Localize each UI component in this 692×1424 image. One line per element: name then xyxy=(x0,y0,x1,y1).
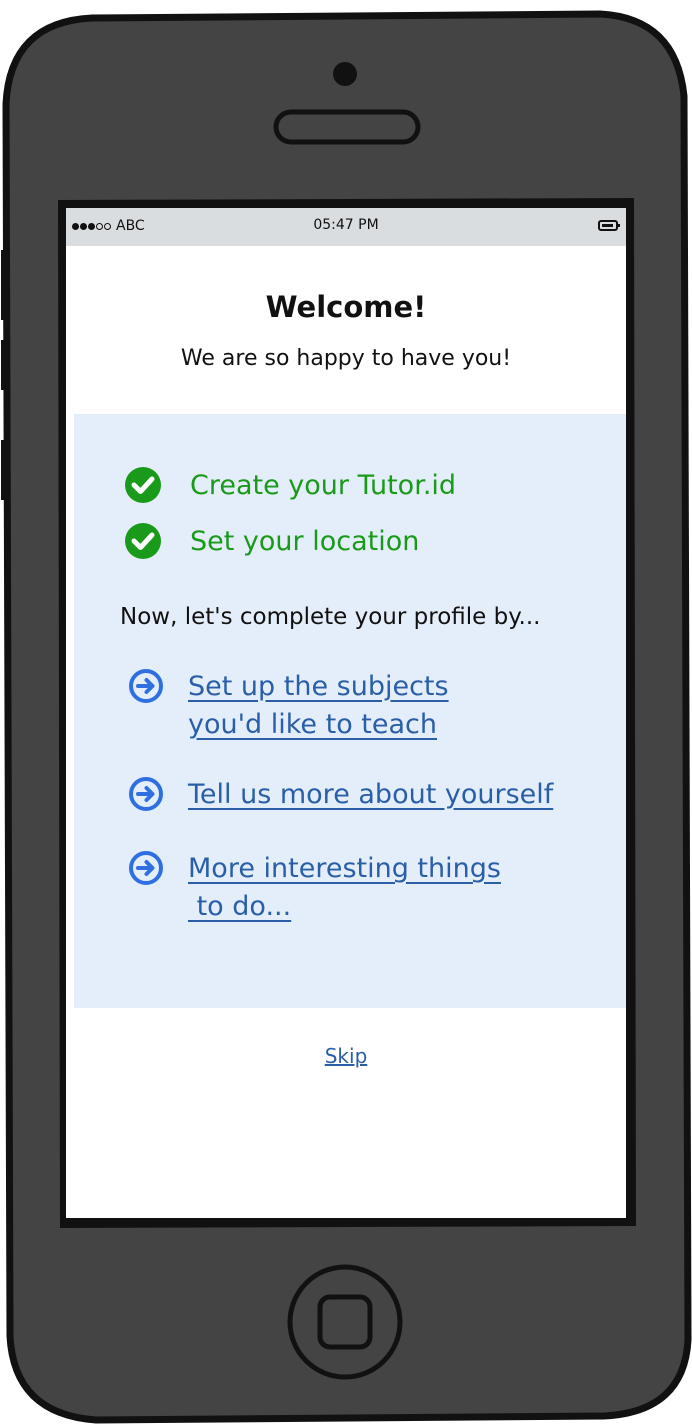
arrow-circle-right-icon xyxy=(129,851,163,885)
next-step-about[interactable]: Tell us more about yourself xyxy=(128,776,553,814)
next-step-subjects[interactable]: Set up the subjects you'd like to teach xyxy=(128,668,449,744)
page-subtitle: We are so happy to have you! xyxy=(180,346,512,371)
check-circle-icon xyxy=(125,467,161,503)
completed-step-label: Set your location xyxy=(190,525,420,557)
completed-step-tutor-id: Create your Tutor.id xyxy=(124,466,456,504)
status-time: 05:47 PM xyxy=(313,217,379,233)
set-up-subjects-link[interactable]: Set up the subjects you'd like to teach xyxy=(188,668,449,744)
profile-prompt: Now, let's complete your profile by... xyxy=(120,604,541,630)
arrow-circle-right-icon xyxy=(129,777,163,811)
tell-us-more-link[interactable]: Tell us more about yourself xyxy=(188,776,553,814)
status-bar: ABC 05:47 PM xyxy=(66,208,626,246)
camera-icon xyxy=(333,62,357,86)
skip-link[interactable]: Skip xyxy=(66,1044,626,1068)
phone-screen: ABC 05:47 PM Welcome! We are so happy to… xyxy=(66,208,626,1218)
onboarding-panel: Create your Tutor.id Set your location N… xyxy=(74,414,626,1008)
arrow-circle-right-icon xyxy=(129,669,163,703)
battery-icon xyxy=(598,220,620,231)
completed-step-label: Create your Tutor.id xyxy=(190,469,457,501)
check-circle-icon xyxy=(125,523,161,559)
more-things-link[interactable]: More interesting things to do... xyxy=(188,850,501,926)
completed-step-location: Set your location xyxy=(124,522,419,560)
next-step-more[interactable]: More interesting things to do... xyxy=(128,850,501,926)
page-title: Welcome! xyxy=(265,290,427,324)
